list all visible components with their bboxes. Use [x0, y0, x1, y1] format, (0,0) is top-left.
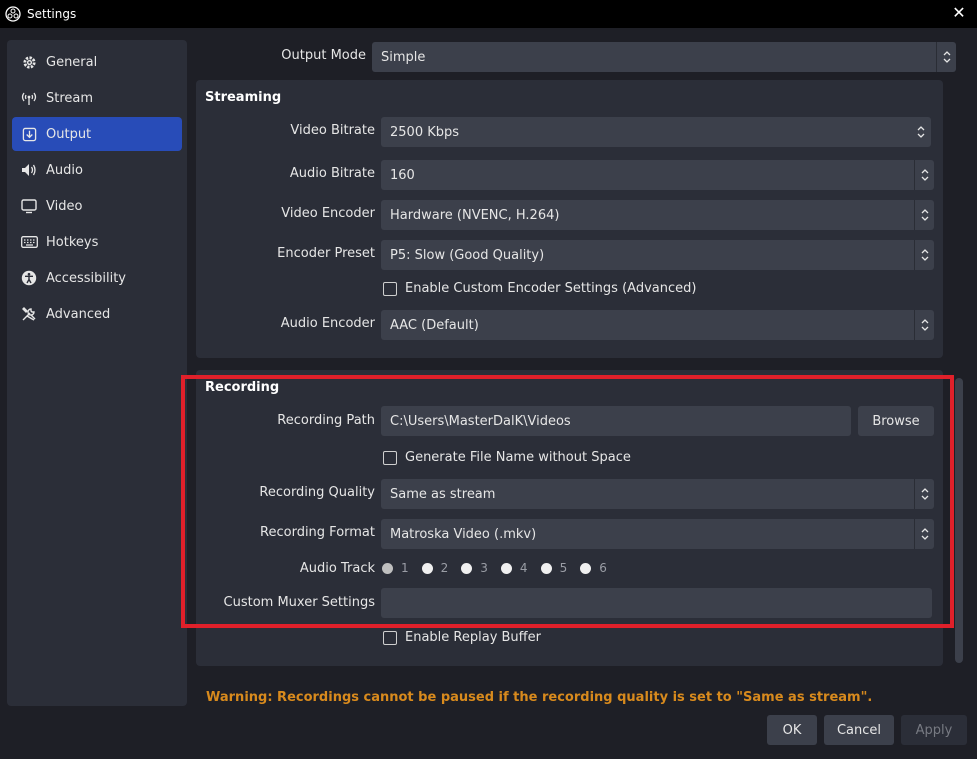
sidebar-item-advanced[interactable]: Advanced	[12, 297, 182, 331]
select-arrows-icon	[914, 160, 934, 190]
sidebar-item-label: Audio	[46, 162, 83, 178]
monitor-icon	[20, 197, 38, 215]
video-bitrate-label: Video Bitrate	[290, 123, 375, 138]
select-arrows-icon	[914, 310, 934, 340]
encoder-preset-select[interactable]: P5: Slow (Good Quality)	[381, 240, 934, 270]
audio-encoder-value: AAC (Default)	[390, 317, 479, 333]
sidebar-item-label: Output	[46, 126, 92, 142]
output-mode-label: Output Mode	[281, 48, 366, 63]
keyboard-icon	[20, 233, 38, 251]
audio-encoder-select[interactable]: AAC (Default)	[381, 310, 934, 340]
cancel-button[interactable]: Cancel	[824, 715, 894, 745]
sidebar-item-label: Hotkeys	[46, 234, 99, 250]
sidebar-item-output[interactable]: Output	[12, 117, 182, 151]
output-icon	[20, 125, 38, 143]
replay-buffer-label: Enable Replay Buffer	[405, 630, 541, 645]
settings-sidebar: General Stream Output Audio Video Hotkey…	[7, 40, 187, 706]
checkbox-box[interactable]	[383, 630, 397, 645]
video-encoder-label: Video Encoder	[281, 206, 375, 221]
encoder-preset-label: Encoder Preset	[277, 246, 375, 261]
vertical-scrollbar[interactable]	[955, 378, 963, 663]
tools-icon	[20, 305, 38, 323]
sidebar-item-general[interactable]: General	[12, 45, 182, 79]
highlight-annotation-box	[181, 375, 954, 628]
window-title: Settings	[27, 7, 77, 21]
apply-button[interactable]: Apply	[901, 715, 967, 745]
streaming-title: Streaming	[205, 90, 282, 105]
select-arrows-icon	[936, 42, 956, 72]
spin-arrows-icon[interactable]	[911, 117, 931, 147]
sidebar-item-label: Stream	[46, 90, 94, 106]
sidebar-item-label: Accessibility	[46, 270, 126, 286]
checkbox-box[interactable]	[383, 281, 397, 296]
gear-icon	[20, 53, 38, 71]
select-arrows-icon	[914, 240, 934, 270]
audio-encoder-label: Audio Encoder	[280, 316, 375, 331]
select-arrows-icon	[914, 200, 934, 230]
close-icon[interactable]: ✕	[949, 3, 969, 23]
video-bitrate-value: 2500 Kbps	[390, 124, 460, 140]
sidebar-item-label: Advanced	[46, 306, 111, 322]
audio-bitrate-value: 160	[390, 167, 415, 183]
video-bitrate-spinbox[interactable]: 2500 Kbps	[381, 117, 931, 147]
antenna-icon	[20, 89, 38, 107]
obs-logo-icon	[5, 6, 21, 22]
output-mode-value: Simple	[381, 49, 426, 65]
custom-encoder-label: Enable Custom Encoder Settings (Advanced…	[405, 281, 697, 296]
encoder-preset-value: P5: Slow (Good Quality)	[390, 247, 545, 263]
speaker-icon	[20, 161, 38, 179]
sidebar-item-audio[interactable]: Audio	[12, 153, 182, 187]
video-encoder-select[interactable]: Hardware (NVENC, H.264)	[381, 200, 934, 230]
sidebar-item-video[interactable]: Video	[12, 189, 182, 223]
sidebar-item-label: General	[46, 54, 98, 70]
title-bar: Settings ✕	[0, 0, 977, 28]
audio-bitrate-label: Audio Bitrate	[289, 166, 375, 181]
custom-encoder-checkbox[interactable]: Enable Custom Encoder Settings (Advanced…	[383, 281, 696, 296]
warning-message: Warning: Recordings cannot be paused if …	[206, 690, 873, 705]
ok-button[interactable]: OK	[767, 715, 817, 745]
sidebar-item-stream[interactable]: Stream	[12, 81, 182, 115]
video-encoder-value: Hardware (NVENC, H.264)	[390, 207, 560, 223]
sidebar-item-accessibility[interactable]: Accessibility	[12, 261, 182, 295]
replay-buffer-checkbox[interactable]: Enable Replay Buffer	[383, 630, 541, 645]
audio-bitrate-select[interactable]: 160	[381, 160, 934, 190]
output-mode-select[interactable]: Simple	[372, 42, 956, 72]
sidebar-item-label: Video	[46, 198, 83, 214]
accessibility-icon	[20, 269, 38, 287]
sidebar-item-hotkeys[interactable]: Hotkeys	[12, 225, 182, 259]
